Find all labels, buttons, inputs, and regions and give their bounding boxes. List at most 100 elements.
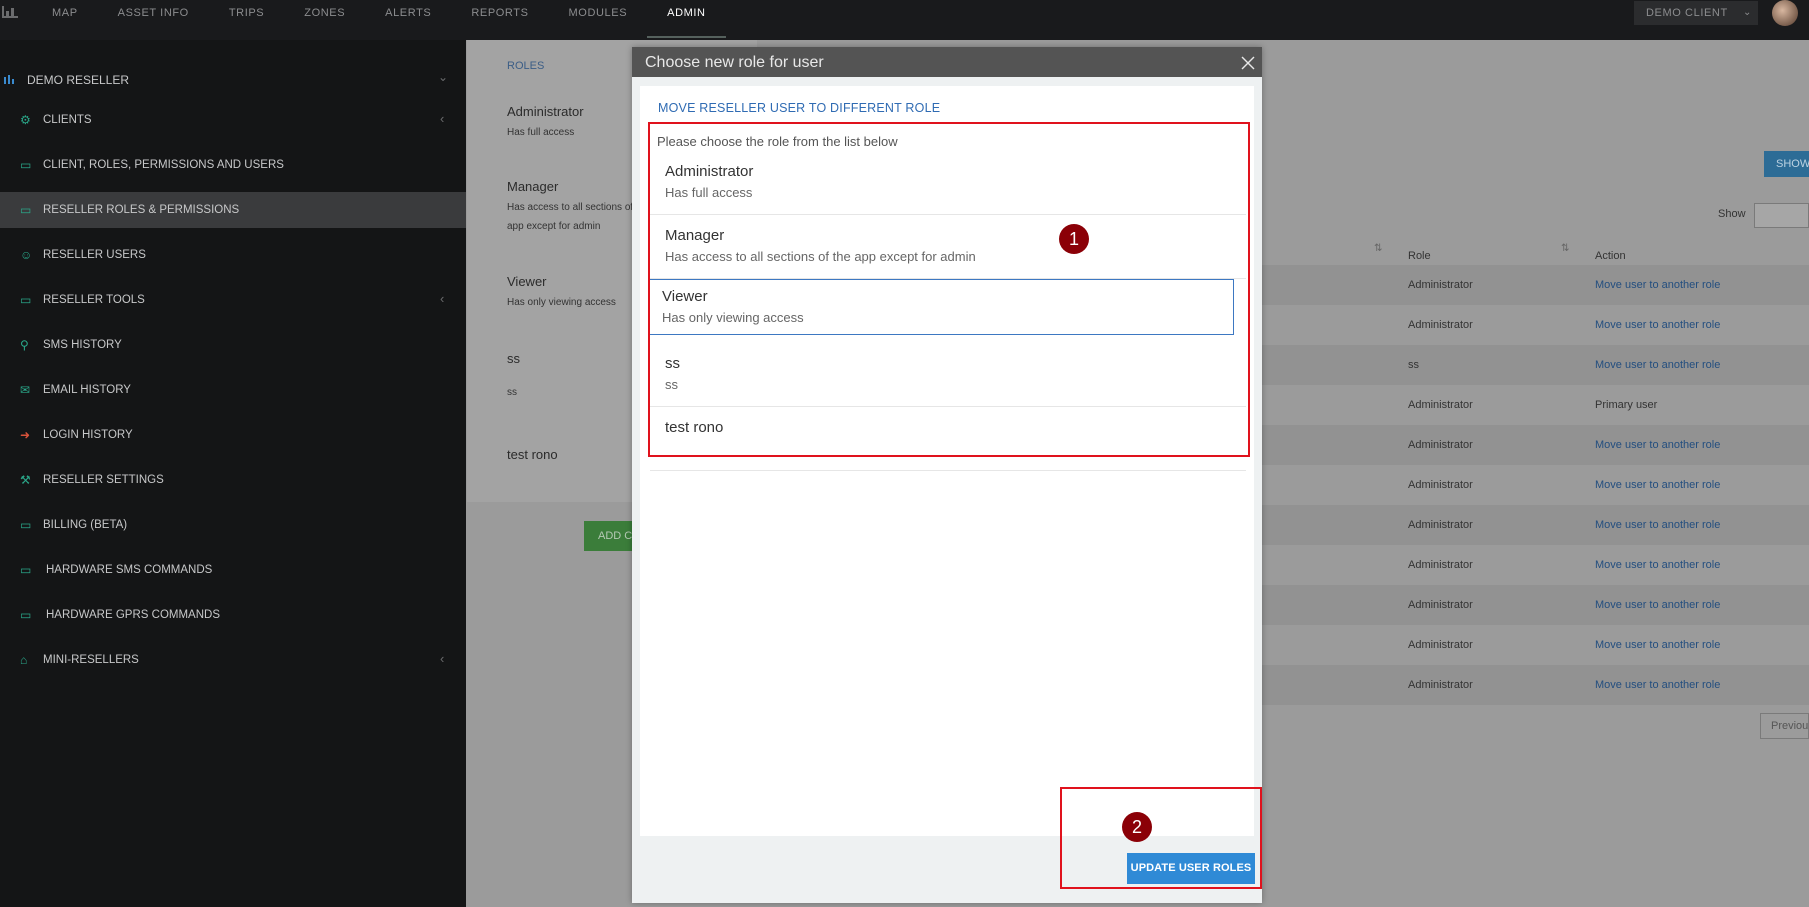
sidebar-item-label: CLIENT, ROLES, PERMISSIONS AND USERS (43, 159, 284, 171)
nav-trips[interactable]: TRIPS (209, 0, 284, 38)
move-user-link[interactable]: Move user to another role (1595, 479, 1720, 491)
sidebar-item-reseller-users[interactable]: ☺ RESELLER USERS (0, 237, 466, 273)
card-icon: ▭ (20, 608, 32, 622)
bg-role-name: test rono (507, 447, 558, 462)
sign-in-icon: ➜ (20, 428, 31, 442)
sidebar-item-label: EMAIL HISTORY (43, 384, 131, 396)
row-role: Administrator (1408, 559, 1473, 571)
folder-icon: ▭ (20, 293, 32, 307)
annotation-badge-2: 2 (1122, 812, 1152, 842)
table-row: Administrator Move user to another role (1262, 305, 1809, 345)
home-icon: ⌂ (20, 653, 28, 667)
annotation-box-2 (1060, 787, 1262, 889)
sidebar-item-client-roles-permissions-users[interactable]: ▭ CLIENT, ROLES, PERMISSIONS AND USERS (0, 147, 466, 183)
show-label: Show (1718, 208, 1746, 220)
nav-admin[interactable]: ADMIN (647, 0, 726, 38)
sidebar-item-hardware-sms-commands[interactable]: ▭ HARDWARE SMS COMMANDS (0, 552, 466, 588)
modal-title: Choose new role for user (645, 54, 824, 71)
annotation-badge-1: 1 (1059, 224, 1089, 254)
move-user-link[interactable]: Move user to another role (1595, 519, 1720, 531)
bg-role-name: Viewer (507, 274, 547, 289)
sidebar-item-clients[interactable]: ⚙ CLIENTS ‹ (0, 102, 466, 138)
table-row: Administrator Primary user (1262, 385, 1809, 425)
sort-icon[interactable]: ⇅ (1374, 243, 1382, 254)
nav-modules[interactable]: MODULES (549, 0, 648, 38)
add-role-button[interactable]: ADD C (584, 521, 636, 551)
sidebar-item-label: MINI-RESELLERS (43, 654, 139, 666)
row-role: Administrator (1408, 279, 1473, 291)
move-user-link[interactable]: Move user to another role (1595, 559, 1720, 571)
sidebar-item-label: CLIENTS (43, 114, 92, 126)
nav-map[interactable]: MAP (32, 0, 98, 38)
chevron-down-icon: ⌄ (1743, 7, 1752, 18)
move-user-link[interactable]: Move user to another role (1595, 639, 1720, 651)
nav-asset-info[interactable]: ASSET INFO (98, 0, 209, 38)
table-row: Administrator Move user to another role (1262, 465, 1809, 505)
move-user-link[interactable]: Move user to another role (1595, 439, 1720, 451)
client-select[interactable]: DEMO CLIENT ⌄ (1634, 1, 1758, 25)
sidebar-item-label: HARDWARE SMS COMMANDS (46, 564, 213, 576)
bg-role-name: Administrator (507, 104, 584, 119)
sidebar-item-sms-history[interactable]: ⚲ SMS HISTORY (0, 327, 466, 363)
move-user-link[interactable]: Move user to another role (1595, 279, 1720, 291)
sidebar-item-reseller-roles-permissions[interactable]: ▭ RESELLER ROLES & PERMISSIONS (0, 192, 466, 228)
sidebar-item-email-history[interactable]: ✉ EMAIL HISTORY (0, 372, 466, 408)
sidebar-item-login-history[interactable]: ➜ LOGIN HISTORY (0, 417, 466, 453)
sidebar-item-label: SMS HISTORY (43, 339, 122, 351)
sidebar-item-hardware-gprs-commands[interactable]: ▭ HARDWARE GPRS COMMANDS (0, 597, 466, 633)
primary-user-label: Primary user (1595, 399, 1658, 411)
annotation-box-1 (648, 122, 1250, 457)
sidebar-reseller-header[interactable]: DEMO RESELLER ⌄ (0, 70, 466, 92)
row-role: Administrator (1408, 639, 1473, 651)
move-user-link[interactable]: Move user to another role (1595, 319, 1720, 331)
sidebar-item-label: HARDWARE GPRS COMMANDS (46, 609, 220, 621)
user-avatar[interactable] (1772, 0, 1798, 26)
sidebar-item-billing[interactable]: ▭ BILLING (BETA) (0, 507, 466, 543)
section-title: MOVE RESELLER USER TO DIFFERENT ROLE (658, 101, 941, 115)
page-size-select[interactable] (1754, 203, 1809, 228)
modal-header: Choose new role for user (632, 47, 1262, 77)
card-icon: ▭ (20, 563, 32, 577)
move-user-link[interactable]: Move user to another role (1595, 679, 1720, 691)
table-row: ss Move user to another role (1262, 345, 1809, 385)
previous-page-button[interactable]: Previou (1760, 713, 1809, 739)
table-row: Administrator Move user to another role (1262, 265, 1809, 305)
sort-icon[interactable]: ⇅ (1561, 243, 1569, 254)
table-row: Administrator Move user to another role (1262, 425, 1809, 465)
sitemap-icon: ⚙ (20, 113, 31, 127)
row-role: Administrator (1408, 599, 1473, 611)
nav-reports[interactable]: REPORTS (451, 0, 548, 38)
nav-zones[interactable]: ZONES (284, 0, 365, 38)
table-row: Administrator Move user to another role (1262, 505, 1809, 545)
table-row: Administrator Move user to another role (1262, 545, 1809, 585)
search-icon: ⚲ (20, 338, 29, 352)
bg-role-name: ss (507, 351, 520, 366)
table-row: Administrator Move user to another role (1262, 625, 1809, 665)
card-icon: ▭ (20, 158, 32, 172)
sidebar-item-label: RESELLER TOOLS (43, 294, 145, 306)
bar-chart-logo-icon[interactable] (2, 4, 18, 18)
move-user-link[interactable]: Move user to another role (1595, 359, 1720, 371)
row-role: Administrator (1408, 319, 1473, 331)
sidebar-item-reseller-settings[interactable]: ⚒ RESELLER SETTINGS (0, 462, 466, 498)
sidebar-item-label: RESELLER USERS (43, 249, 146, 261)
row-role: Administrator (1408, 519, 1473, 531)
close-icon[interactable] (1241, 56, 1255, 70)
column-header-role[interactable]: Role (1408, 250, 1431, 262)
sidebar-header-label: DEMO RESELLER (27, 73, 130, 87)
move-user-link[interactable]: Move user to another role (1595, 599, 1720, 611)
nav-alerts[interactable]: ALERTS (365, 0, 451, 38)
sidebar-item-label: RESELLER ROLES & PERMISSIONS (43, 204, 240, 216)
sidebar-item-reseller-tools[interactable]: ▭ RESELLER TOOLS ‹ (0, 282, 466, 318)
bar-chart-icon (4, 75, 14, 84)
table-row: Administrator Move user to another role (1262, 665, 1809, 705)
column-header-action: Action (1595, 250, 1626, 262)
row-role: Administrator (1408, 679, 1473, 691)
sidebar-item-label: LOGIN HISTORY (43, 429, 133, 441)
row-role: Administrator (1408, 479, 1473, 491)
row-role: Administrator (1408, 439, 1473, 451)
roles-title: ROLES (507, 60, 545, 72)
show-button[interactable]: SHOW (1764, 151, 1809, 177)
sidebar-item-mini-resellers[interactable]: ⌂ MINI-RESELLERS ‹ (0, 642, 466, 678)
user-icon: ☺ (20, 248, 33, 262)
